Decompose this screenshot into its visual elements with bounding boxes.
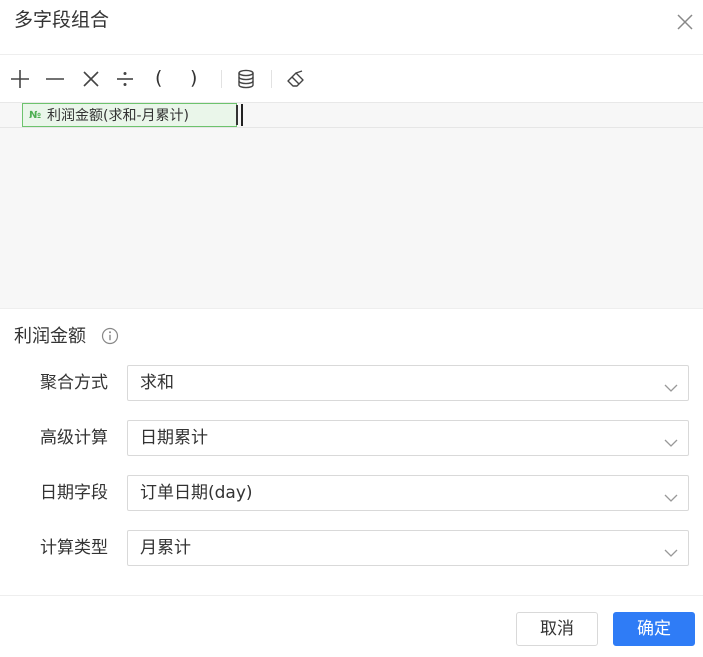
- aggregation-value: 求和: [140, 373, 174, 393]
- minus-icon[interactable]: [44, 68, 66, 90]
- form-row-calc-type: 计算类型 月累计: [0, 530, 703, 566]
- calc-type-label: 计算类型: [40, 538, 108, 558]
- confirm-button[interactable]: 确定: [613, 612, 695, 646]
- form-row-aggregation: 聚合方式 求和: [0, 365, 703, 401]
- field-chip-label: 利润金额(求和-月累计): [47, 108, 190, 124]
- chevron-down-icon: [664, 543, 678, 557]
- open-paren-button[interactable]: (: [155, 65, 162, 91]
- form-row-advanced-calc: 高级计算 日期累计: [0, 420, 703, 456]
- info-icon[interactable]: [101, 327, 119, 345]
- date-field-label: 日期字段: [40, 483, 108, 503]
- toolbar-divider: [271, 70, 272, 88]
- number-field-icon: №: [29, 109, 42, 121]
- close-paren-button[interactable]: ): [190, 65, 197, 91]
- chevron-down-icon: [664, 488, 678, 502]
- date-field-select[interactable]: 订单日期(day): [127, 475, 689, 511]
- dialog-title: 多字段组合: [14, 9, 110, 31]
- calc-type-value: 月累计: [140, 538, 191, 558]
- dialog-header: 多字段组合: [0, 0, 703, 55]
- advanced-calc-label: 高级计算: [40, 428, 108, 448]
- plus-icon[interactable]: [9, 68, 31, 90]
- chip-edge-marker: [236, 105, 238, 125]
- operator-toolbar: ( ): [0, 56, 703, 102]
- aggregation-select[interactable]: 求和: [127, 365, 689, 401]
- calc-type-select[interactable]: 月累计: [127, 530, 689, 566]
- toolbar-divider: [221, 70, 222, 88]
- dialog-footer: 取消 确定: [0, 595, 703, 657]
- close-icon[interactable]: [676, 13, 694, 31]
- form-row-date-field: 日期字段 订单日期(day): [0, 475, 703, 511]
- text-cursor: [241, 104, 243, 126]
- database-icon[interactable]: [235, 68, 257, 90]
- advanced-calc-select[interactable]: 日期累计: [127, 420, 689, 456]
- field-chip[interactable]: № 利润金额(求和-月累计): [22, 103, 237, 127]
- chevron-down-icon: [664, 433, 678, 447]
- cancel-button[interactable]: 取消: [516, 612, 598, 646]
- field-settings-title: 利润金额: [14, 326, 86, 347]
- eraser-icon[interactable]: [285, 68, 307, 90]
- multiply-icon[interactable]: [80, 68, 102, 90]
- editor-line-divider: [0, 127, 703, 128]
- date-field-value: 订单日期(day): [140, 483, 253, 503]
- chevron-down-icon: [664, 378, 678, 392]
- formula-editor[interactable]: № 利润金额(求和-月累计): [0, 102, 703, 309]
- aggregation-label: 聚合方式: [40, 373, 108, 393]
- divide-icon[interactable]: [114, 68, 136, 90]
- advanced-calc-value: 日期累计: [140, 428, 208, 448]
